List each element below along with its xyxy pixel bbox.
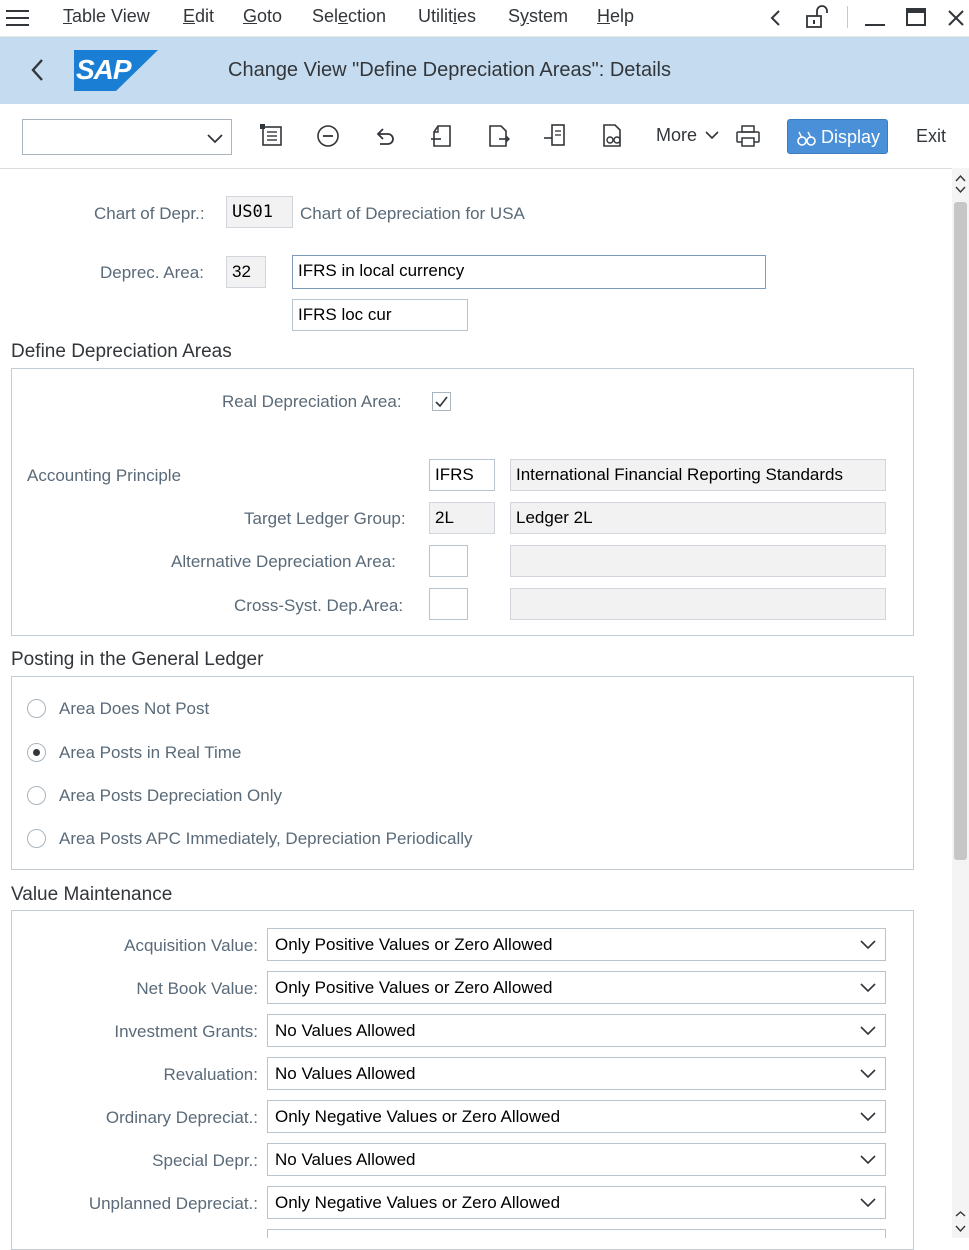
- save-icon[interactable]: [258, 122, 286, 150]
- unlock-icon[interactable]: [804, 4, 830, 30]
- print-icon[interactable]: [734, 122, 762, 150]
- menu-utilities[interactable]: Utilities: [418, 6, 476, 27]
- radio-label: Area Does Not Post: [59, 699, 210, 718]
- accounting-principle-label: Accounting Principle: [27, 466, 182, 485]
- target-ledger-group-description: Ledger 2L: [510, 502, 886, 534]
- scrollbar-thumb[interactable]: [954, 202, 967, 860]
- chevron-down-icon: [860, 1155, 876, 1165]
- display-button[interactable]: Display: [787, 119, 888, 154]
- chevron-down-icon: [860, 1069, 876, 1079]
- alternative-depreciation-area-label: Alternative Depreciation Area:: [171, 552, 396, 571]
- remove-icon[interactable]: [314, 122, 342, 150]
- revaluation-label: Revaluation:: [163, 1065, 258, 1084]
- exit-button[interactable]: Exit: [916, 126, 946, 147]
- real-depreciation-area-checkbox[interactable]: [432, 392, 451, 411]
- next-select-partial: [267, 1229, 886, 1238]
- real-depreciation-area-label: Real Depreciation Area:: [222, 392, 402, 411]
- alternative-depreciation-area-description: [510, 545, 886, 577]
- unplanned-depreciation-select[interactable]: Only Negative Values or Zero Allowed: [267, 1186, 886, 1219]
- radio-label: Area Posts in Real Time: [59, 743, 242, 762]
- section-title-define: Define Depreciation Areas: [11, 341, 232, 362]
- previous-entry-icon[interactable]: [428, 122, 456, 150]
- section-title-value-maintenance: Value Maintenance: [11, 884, 173, 905]
- next-entry-icon[interactable]: [484, 122, 512, 150]
- deprec-area-label: Deprec. Area:: [100, 263, 204, 282]
- list-export-icon[interactable]: [542, 122, 570, 150]
- maximize-icon[interactable]: [905, 7, 927, 27]
- cross-syst-dep-area-description: [510, 588, 886, 620]
- divider: [847, 6, 848, 28]
- undo-icon[interactable]: [371, 122, 399, 150]
- page-title: Change View "Define Depreciation Areas":…: [228, 59, 671, 81]
- acquisition-value-select[interactable]: Only Positive Values or Zero Allowed: [267, 928, 886, 961]
- investment-grants-label: Investment Grants:: [114, 1022, 258, 1041]
- special-depreciation-label: Special Depr.:: [152, 1151, 258, 1170]
- chevron-down-icon: [860, 1026, 876, 1036]
- ordinary-depreciation-label: Ordinary Depreciat.:: [105, 1108, 258, 1127]
- radio-area-does-not-post[interactable]: [27, 699, 46, 718]
- chevron-left-icon[interactable]: [768, 8, 784, 28]
- accounting-principle-field[interactable]: IFRS: [429, 459, 495, 491]
- chevron-down-icon: [705, 131, 719, 140]
- radio-area-posts-depreciation-only[interactable]: [27, 786, 46, 805]
- alternative-depreciation-area-field[interactable]: [429, 545, 468, 577]
- chevron-down-icon: [860, 1112, 876, 1122]
- target-ledger-group-label: Target Ledger Group:: [244, 509, 406, 528]
- glasses-icon: [797, 131, 816, 146]
- net-book-value-select[interactable]: Only Positive Values or Zero Allowed: [267, 971, 886, 1004]
- scroll-up-icon[interactable]: [954, 172, 967, 196]
- menu-goto[interactable]: Goto: [243, 6, 282, 27]
- cross-syst-dep-area-field[interactable]: [429, 588, 468, 620]
- close-icon[interactable]: [946, 8, 966, 28]
- menu-system[interactable]: System: [508, 6, 568, 27]
- investment-grants-select[interactable]: No Values Allowed: [267, 1014, 886, 1047]
- back-icon[interactable]: [28, 57, 48, 83]
- chart-of-depr-label: Chart of Depr.:: [94, 204, 205, 223]
- hamburger-menu-icon[interactable]: [6, 8, 30, 28]
- chart-of-depr-field[interactable]: US01: [226, 196, 293, 228]
- sap-logo: SAP: [74, 50, 158, 91]
- toolbar: More Display Exit: [0, 104, 969, 169]
- scroll-down-icon[interactable]: [954, 1210, 967, 1234]
- menu-help[interactable]: Help: [597, 6, 634, 27]
- vertical-scrollbar[interactable]: [952, 168, 969, 1238]
- radio-area-posts-apc-immediately[interactable]: [27, 829, 46, 848]
- chevron-down-icon: [860, 940, 876, 950]
- cross-syst-dep-area-label: Cross-Syst. Dep.Area:: [234, 596, 404, 615]
- radio-label: Area Posts Depreciation Only: [59, 786, 282, 805]
- radio-label: Area Posts APC Immediately, Depreciation…: [59, 829, 473, 848]
- accounting-principle-description: International Financial Reporting Standa…: [510, 459, 886, 491]
- menu-bar: Table View Edit Goto Selection Utilities…: [0, 0, 969, 37]
- checkmark-icon: [435, 396, 448, 408]
- revaluation-select[interactable]: No Values Allowed: [267, 1057, 886, 1090]
- menu-table-view[interactable]: Table View: [63, 6, 150, 27]
- acquisition-value-label: Acquisition Value:: [124, 936, 258, 955]
- section-title-posting: Posting in the General Ledger: [11, 649, 264, 670]
- net-book-value-label: Net Book Value:: [136, 979, 258, 998]
- find-icon[interactable]: [598, 122, 626, 150]
- more-button[interactable]: More: [656, 125, 720, 146]
- special-depreciation-select[interactable]: No Values Allowed: [267, 1143, 886, 1176]
- target-ledger-group-field[interactable]: 2L: [429, 502, 495, 534]
- deprec-area-name-input[interactable]: IFRS in local currency: [292, 255, 766, 289]
- deprec-area-field[interactable]: 32: [226, 256, 266, 288]
- menu-selection[interactable]: Selection: [312, 6, 386, 27]
- menu-edit[interactable]: Edit: [183, 6, 214, 27]
- title-bar: SAP Change View "Define Depreciation Are…: [0, 37, 969, 105]
- deprec-area-short-name-input[interactable]: IFRS loc cur: [292, 299, 468, 331]
- radio-area-posts-in-real-time[interactable]: [27, 743, 46, 762]
- chevron-down-icon: [207, 134, 223, 144]
- unplanned-depreciation-label: Unplanned Depreciat.:: [88, 1194, 258, 1213]
- chart-of-depr-description: Chart of Depreciation for USA: [300, 204, 525, 223]
- chevron-down-icon: [860, 983, 876, 993]
- chevron-down-icon: [860, 1198, 876, 1208]
- minimize-icon[interactable]: [864, 8, 886, 28]
- ordinary-depreciation-select[interactable]: Only Negative Values or Zero Allowed: [267, 1100, 886, 1133]
- command-field[interactable]: [22, 119, 232, 155]
